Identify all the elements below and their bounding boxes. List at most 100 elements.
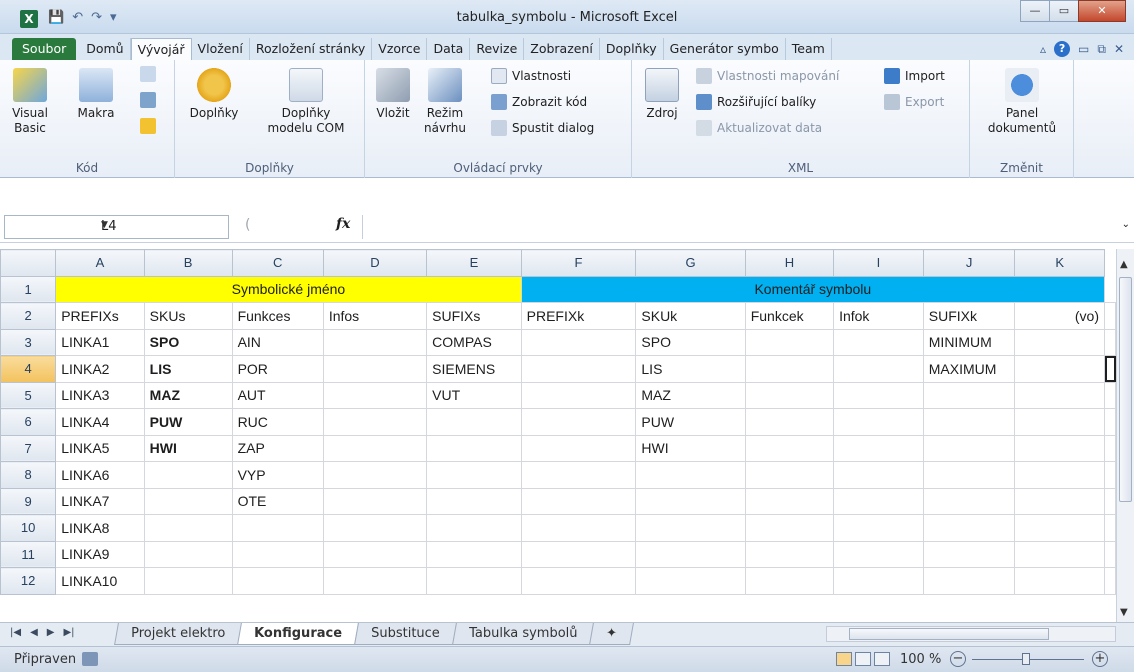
tab-doplnky[interactable]: Doplňky (600, 38, 664, 60)
rozsirujici-baliky-button[interactable]: Rozšiřující balíky (696, 92, 816, 112)
cell-B2[interactable]: SKUs (143, 302, 233, 330)
vlastnosti-mapovani-button[interactable]: Vlastnosti mapování (696, 66, 839, 86)
cell-F12[interactable] (520, 567, 637, 595)
tab-generator-symbo[interactable]: Generátor symbo (664, 38, 786, 60)
restore-workbook-icon[interactable]: ▭ (1078, 38, 1089, 60)
tab-vyvojar[interactable]: Vývojář (130, 38, 192, 60)
cell-J3[interactable]: MINIMUM (922, 328, 1016, 356)
cell-J12[interactable] (922, 567, 1016, 595)
scroll-down-icon[interactable]: ▼ (1120, 607, 1128, 618)
zoom-out-icon[interactable]: − (950, 651, 966, 667)
cell-D7[interactable] (322, 434, 428, 462)
cell-D3[interactable] (322, 328, 428, 356)
panel-dokumentu-button[interactable]: Panel dokumentů (978, 68, 1066, 136)
cell-J2[interactable]: SUFIXk (922, 302, 1016, 330)
cell-B9[interactable] (143, 487, 233, 515)
tab-zobrazeni[interactable]: Zobrazení (524, 38, 600, 60)
export-button[interactable]: Export (884, 92, 944, 112)
cell-C12[interactable] (231, 567, 324, 595)
sheet-tab-substituce[interactable]: Substituce (354, 623, 457, 645)
cell-C5[interactable]: AUT (231, 381, 324, 409)
cell-G2[interactable]: SKUk (635, 302, 746, 330)
cell-C11[interactable] (231, 540, 324, 568)
cell-G3[interactable]: SPO (635, 328, 746, 356)
cell-J4[interactable]: MAXIMUM (922, 355, 1016, 383)
spustit-dialog-button[interactable]: Spustit dialog (491, 118, 594, 138)
cell-E7[interactable] (426, 434, 522, 462)
column-header[interactable]: B (143, 249, 233, 277)
name-box[interactable]: L4 ▼ (4, 215, 229, 239)
cell-B7[interactable]: HWI (143, 434, 233, 462)
row-header[interactable]: 4 (0, 355, 57, 383)
tab-vlozeni[interactable]: Vložení (192, 38, 250, 60)
cell-I5[interactable] (833, 381, 924, 409)
cell-K7[interactable] (1014, 434, 1105, 462)
cell-I12[interactable] (833, 567, 924, 595)
cell-E11[interactable] (426, 540, 522, 568)
cell-B12[interactable] (143, 567, 233, 595)
cell-E8[interactable] (426, 461, 522, 489)
aktualizovat-data-button[interactable]: Aktualizovat data (696, 118, 822, 138)
cell-F4[interactable] (520, 355, 637, 383)
cell-K11[interactable] (1014, 540, 1105, 568)
zoom-level[interactable]: 100 % (900, 652, 941, 667)
cell-E5[interactable]: VUT (426, 381, 522, 409)
horizontal-scrollbar[interactable] (826, 626, 1116, 642)
cell-D4[interactable] (322, 355, 428, 383)
window-restore-icon[interactable]: ⧉ (1097, 38, 1106, 60)
cell-F5[interactable] (520, 381, 637, 409)
cell-D12[interactable] (322, 567, 428, 595)
scroll-up-icon[interactable]: ▲ (1120, 259, 1128, 270)
column-header[interactable]: G (635, 249, 746, 277)
cell-C2[interactable]: Funkces (231, 302, 324, 330)
cell-D2[interactable]: Infos (322, 302, 428, 330)
close-workbook-icon[interactable]: ✕ (1114, 38, 1124, 60)
cell-L9[interactable] (1104, 487, 1116, 515)
chevron-down-icon[interactable]: ▼ (101, 220, 222, 230)
row-header[interactable]: 2 (0, 302, 57, 330)
cell-A2[interactable]: PREFIXs (55, 302, 145, 330)
cell-F8[interactable] (520, 461, 637, 489)
cell-A12[interactable]: LINKA10 (55, 567, 145, 595)
row-header[interactable]: 6 (0, 408, 57, 436)
zdroj-button[interactable]: Zdroj (642, 68, 682, 121)
cell-L12[interactable] (1104, 567, 1116, 595)
cell-E3[interactable]: COMPAS (426, 328, 522, 356)
tab-revize[interactable]: Revize (470, 38, 525, 60)
macro-security-button[interactable] (140, 116, 156, 136)
cell-D5[interactable] (322, 381, 428, 409)
cell-I10[interactable] (833, 514, 924, 542)
cell-L8[interactable] (1104, 461, 1116, 489)
cell-G11[interactable] (635, 540, 746, 568)
formula-input[interactable] (362, 215, 1116, 239)
cell-B3[interactable]: SPO (143, 328, 233, 356)
cell-L4[interactable] (1104, 355, 1116, 383)
cell-J7[interactable] (922, 434, 1016, 462)
row-header[interactable]: 12 (0, 567, 57, 595)
cell-L10[interactable] (1104, 514, 1116, 542)
cell-L3[interactable] (1104, 328, 1116, 356)
cell-I11[interactable] (833, 540, 924, 568)
vlozit-button[interactable]: Vložit (373, 68, 413, 121)
cell-J11[interactable] (922, 540, 1016, 568)
record-macro-button[interactable] (140, 64, 156, 84)
cell-F3[interactable] (520, 328, 637, 356)
insert-function-icon[interactable]: fx (336, 216, 350, 232)
vlastnosti-button[interactable]: Vlastnosti (491, 66, 571, 86)
column-header[interactable]: H (744, 249, 835, 277)
makra-button[interactable]: Makra (68, 68, 124, 121)
cell-H12[interactable] (744, 567, 835, 595)
minimize-ribbon-icon[interactable]: ▵ (1040, 38, 1046, 60)
maximize-button[interactable]: ▭ (1049, 0, 1079, 22)
cell-K5[interactable] (1014, 381, 1105, 409)
cell-A6[interactable]: LINKA4 (55, 408, 145, 436)
cell-G12[interactable] (635, 567, 746, 595)
row-header[interactable]: 3 (0, 328, 57, 356)
cell-B11[interactable] (143, 540, 233, 568)
cell-A5[interactable]: LINKA3 (55, 381, 145, 409)
tab-team[interactable]: Team (786, 38, 832, 60)
select-all-corner[interactable] (0, 249, 57, 277)
cell-I6[interactable] (833, 408, 924, 436)
cell-K8[interactable] (1014, 461, 1105, 489)
cell-H2[interactable]: Funkcek (744, 302, 835, 330)
